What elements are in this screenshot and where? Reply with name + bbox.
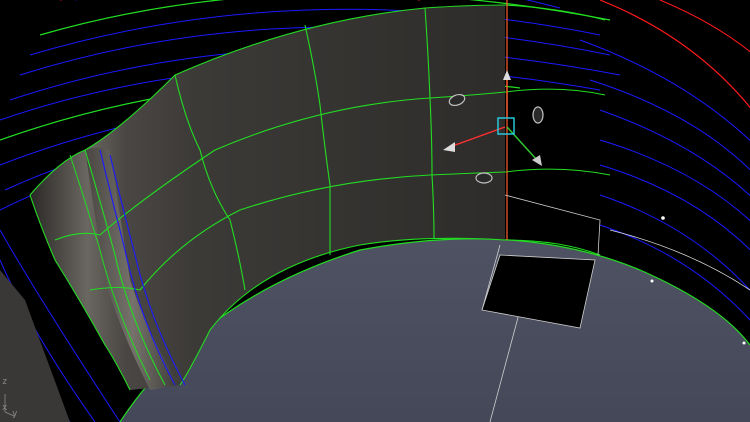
scene-canvas[interactable] — [0, 0, 750, 422]
3d-viewport[interactable]: z x y — [0, 0, 750, 422]
axis-gizmo-icon — [4, 394, 15, 417]
